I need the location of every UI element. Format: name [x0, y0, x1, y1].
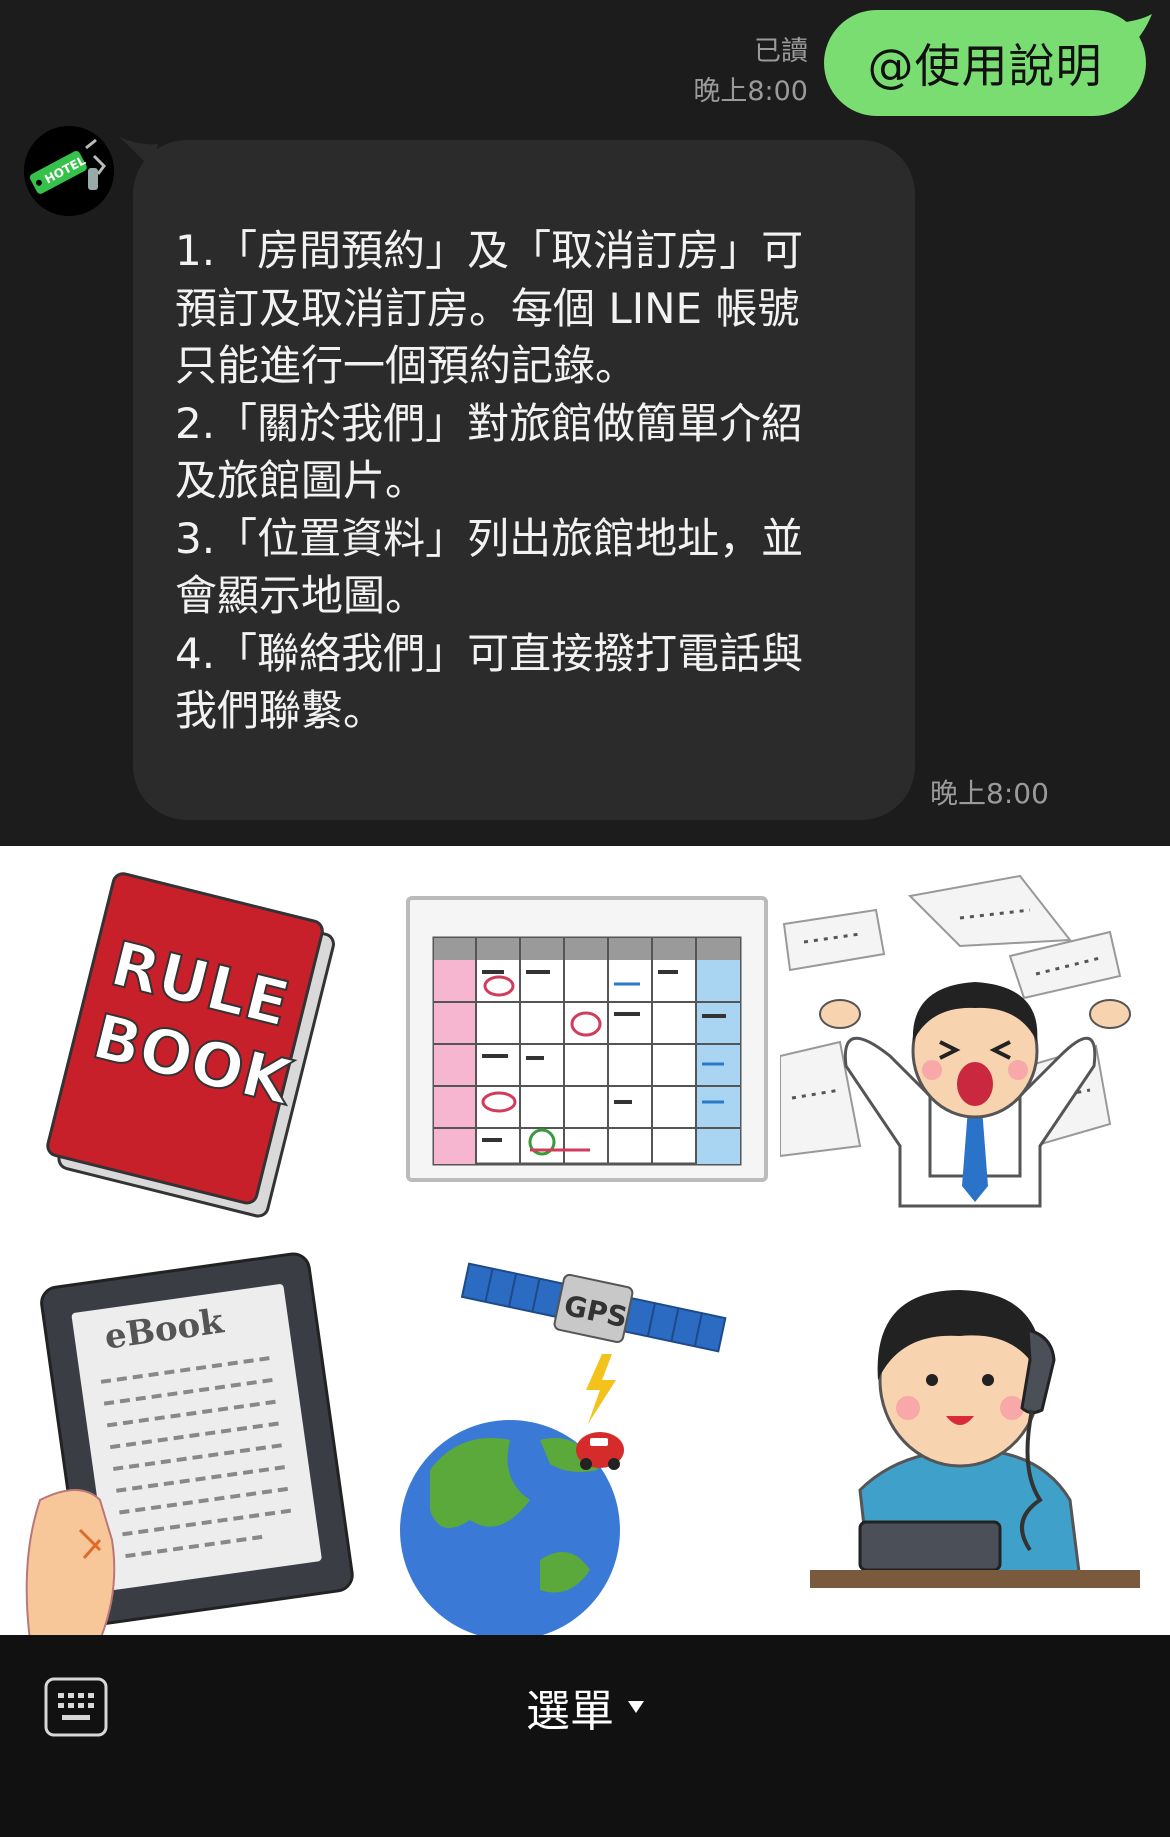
bottom-bar: 選單 [0, 1635, 1170, 1837]
menu-label: 選單 [526, 1686, 614, 1737]
message-line: 只能進行一個預約記錄。 [175, 341, 638, 390]
rich-menu-toggle[interactable]: 選單 [526, 1675, 644, 1739]
busy-man-icon [780, 874, 1131, 1208]
message-line: 2.「關於我們」對旅館做簡單介紹 [175, 398, 804, 448]
bot-avatar[interactable]: HOTEL [24, 126, 114, 216]
rich-menu-tile-phone-call[interactable] [780, 1240, 1170, 1635]
message-line: 預訂及取消訂房。每個 LINE 帳號 [175, 283, 800, 333]
received-message-bubble[interactable]: 1.「房間預約」及「取消訂房」可 預訂及取消訂房。每個 LINE 帳號 只能進行… [133, 140, 915, 820]
phone-call-icon [810, 1290, 1140, 1588]
message-line: 4.「聯絡我們」可直接撥打電話與 [175, 628, 804, 678]
rich-menu-tile-overwhelmed-man[interactable] [780, 846, 1170, 1240]
sent-time: 晚上8:00 [693, 76, 808, 107]
rich-menu-tile-gps-globe[interactable]: GPS [390, 1240, 780, 1635]
hotel-key-tag-icon: HOTEL [24, 126, 114, 216]
message-line: 及旅館圖片。 [175, 456, 428, 505]
rich-menu-tile-ebook[interactable]: eBook [0, 1240, 390, 1635]
calendar-icon [406, 896, 768, 1182]
read-receipt: 已讀 [754, 36, 808, 67]
car-icon [576, 1432, 624, 1470]
message-line: 1.「房間預約」及「取消訂房」可 [175, 226, 804, 275]
ebook-reader-icon: eBook [25, 1252, 354, 1635]
received-time: 晚上8:00 [930, 777, 1049, 810]
rich-menu: RULE BOOK eBook GPS [0, 846, 1170, 1635]
chat-area: 已讀 晚上8:00 @使用說明 HOTEL 1.「房間預約」及「取消訂房」可 預… [0, 0, 1170, 846]
sent-meta: 已讀 晚上8:00 [693, 32, 808, 112]
message-line: 我們聯繫。 [175, 686, 386, 735]
rich-menu-tile-calendar[interactable] [390, 846, 780, 1240]
keyboard-icon[interactable] [44, 1677, 108, 1737]
gps-satellite-globe-icon: GPS [400, 1262, 727, 1635]
rulebook-icon: RULE BOOK [46, 872, 335, 1218]
message-line: 會顯示地圖。 [175, 571, 428, 620]
sent-message-bubble[interactable]: @使用說明 [824, 10, 1146, 116]
caret-down-icon [628, 1701, 644, 1713]
message-line: 3.「位置資料」列出旅館地址，並 [175, 513, 804, 563]
rich-menu-tile-rulebook[interactable]: RULE BOOK [0, 846, 390, 1240]
sent-message-text: @使用說明 [867, 39, 1103, 93]
